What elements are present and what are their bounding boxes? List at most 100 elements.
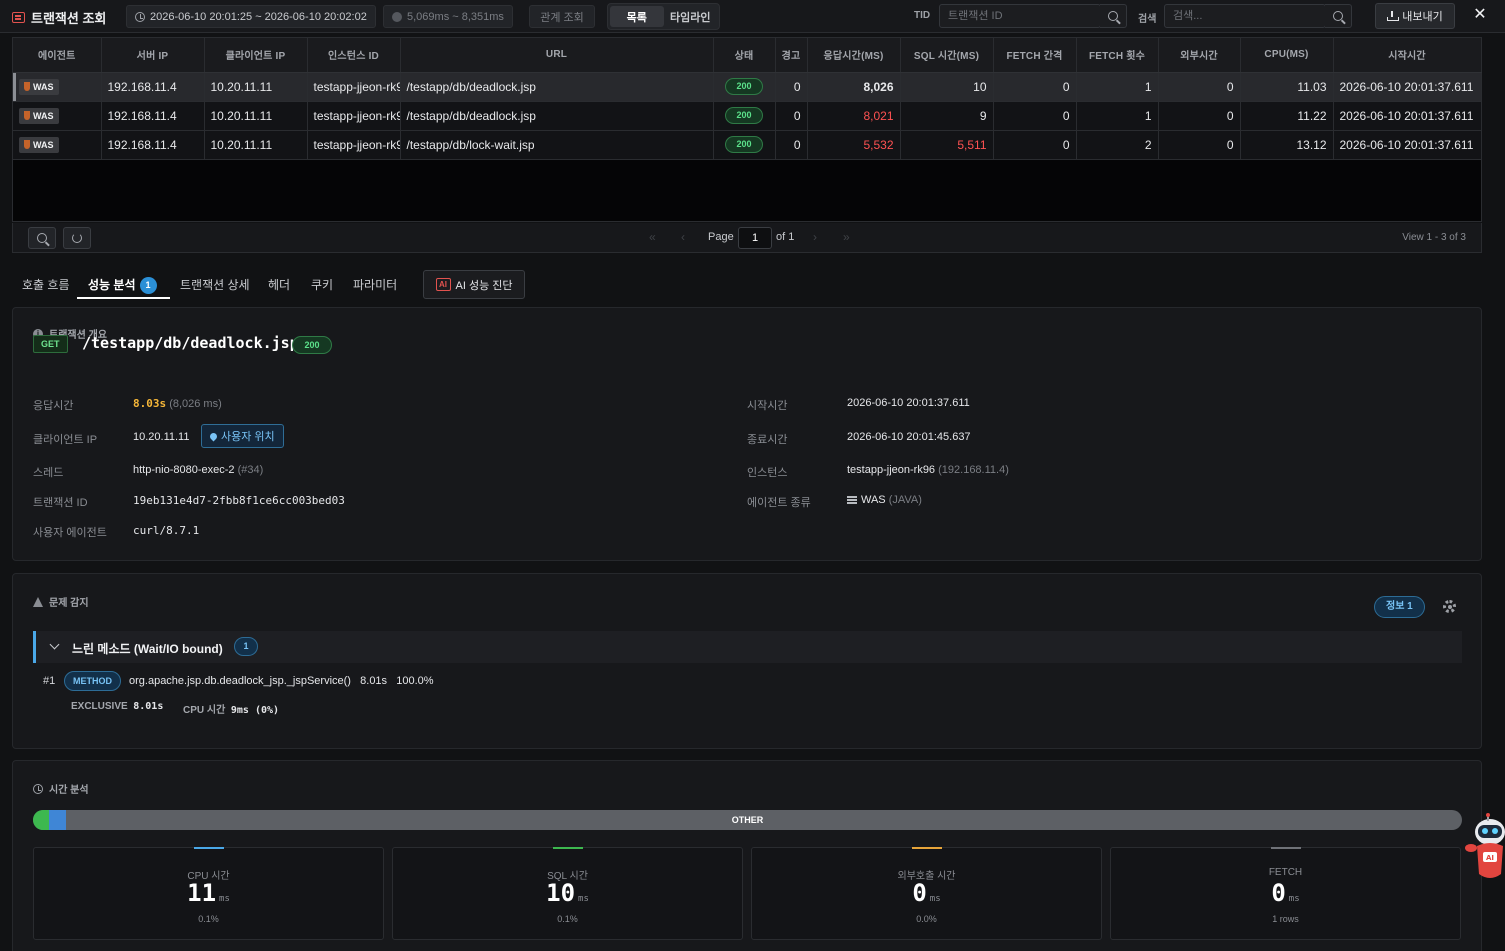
- close-button[interactable]: ✕: [1471, 5, 1489, 25]
- col-response-time[interactable]: 응답시간(MS): [807, 38, 901, 73]
- metric-sub: 1 rows: [1272, 914, 1299, 924]
- page-input[interactable]: 1: [738, 227, 772, 249]
- method-pct: 100.0%: [396, 675, 434, 687]
- col-server-ip[interactable]: 서버 IP: [101, 38, 205, 73]
- slow-method-group[interactable]: 느린 메소드 (Wait/IO bound) 1: [33, 631, 1462, 663]
- col-cpu[interactable]: CPU(MS): [1240, 38, 1334, 73]
- col-fetch-gap[interactable]: FETCH 간격: [993, 38, 1077, 73]
- sql-time: 10: [900, 72, 994, 102]
- table-search-button[interactable]: [28, 227, 56, 249]
- next-page-button[interactable]: ›: [813, 230, 817, 244]
- problem-detection-card: 문제 감지 정보 1 느린 메소드 (Wait/IO bound) 1 #1 M…: [12, 573, 1482, 749]
- prev-page-button[interactable]: ‹: [681, 230, 685, 244]
- refresh-icon: [72, 233, 82, 243]
- response-time: 8,021: [807, 101, 901, 131]
- tab-call-flow[interactable]: 호출 흐름: [22, 276, 70, 293]
- ai-diagnosis-button[interactable]: AI AI 성능 진단: [423, 270, 525, 299]
- ai-icon: AI: [435, 278, 451, 291]
- client-ip: 10.20.11.11: [204, 101, 308, 131]
- start-label: 시작시간: [747, 400, 788, 412]
- metric-unit: ms: [929, 894, 941, 904]
- tab-performance-analysis[interactable]: 성능 분석 1: [88, 276, 157, 295]
- url: /testapp/db/deadlock.jsp: [400, 72, 714, 102]
- info-count-chip[interactable]: 정보 1: [1374, 596, 1425, 618]
- transaction-overview-card: i 트랜잭션 개요 GET /testapp/db/deadlock.jsp 2…: [12, 307, 1482, 561]
- first-page-button[interactable]: «: [649, 230, 656, 244]
- search-icon: [1108, 11, 1118, 21]
- end-label: 종료시간: [747, 434, 788, 446]
- response-range-filter[interactable]: 5,069ms ~ 8,351ms: [383, 5, 513, 28]
- fetch-count: 2: [1076, 130, 1159, 160]
- cpu-time: 11.22: [1240, 101, 1334, 131]
- client-ip-label: 클라이언트 IP: [33, 434, 98, 446]
- export-button[interactable]: 내보내기: [1375, 3, 1455, 29]
- col-status[interactable]: 상태: [713, 38, 776, 73]
- tab-headers[interactable]: 헤더: [268, 276, 290, 293]
- table-row[interactable]: WAS 192.168.11.4 10.20.11.11 testapp-jje…: [13, 130, 1482, 160]
- agent-name: WAS: [33, 139, 54, 150]
- agent-type-name: WAS: [861, 494, 886, 506]
- gauge-icon: [392, 11, 402, 22]
- agent-chip: WAS: [19, 78, 59, 95]
- page-title: 트랜잭션 조회: [12, 8, 106, 27]
- table-row[interactable]: WAS 192.168.11.4 10.20.11.11 testapp-jje…: [13, 72, 1482, 102]
- relation-query-button[interactable]: 관계 조회: [529, 5, 595, 28]
- resp-seconds: 8.03s: [133, 397, 167, 410]
- method-entry[interactable]: org.apache.jsp.db.deadlock_jsp._jspServi…: [129, 675, 434, 687]
- tx-id-value: 19eb131e4d7-2fbb8f1ce6cc003bed03: [133, 494, 345, 507]
- view-mode-toggle: 목록 타임라인: [607, 3, 720, 30]
- tid-input[interactable]: [939, 4, 1101, 28]
- overview-status-badge: 200: [292, 336, 332, 354]
- search-button[interactable]: [1325, 4, 1352, 28]
- java-icon: [24, 82, 30, 91]
- tab-list-view[interactable]: 목록: [610, 6, 664, 27]
- col-url[interactable]: URL: [400, 38, 714, 73]
- metric-label: FETCH: [1268, 867, 1303, 878]
- metric-number: 11: [187, 879, 217, 907]
- external-time: 0: [1158, 101, 1241, 131]
- tid-search-button[interactable]: [1100, 4, 1127, 28]
- search-label: 검색: [1138, 14, 1157, 25]
- fetch-gap: 0: [993, 72, 1077, 102]
- page-total: of 1: [776, 231, 795, 243]
- cpu-time: 11.03: [1240, 72, 1334, 102]
- method-rank: #1: [43, 675, 56, 687]
- user-location-button[interactable]: 사용자 위치: [201, 424, 284, 448]
- cpu-stat: CPU 시간 9ms (0%): [183, 701, 279, 716]
- col-client-ip[interactable]: 클라이언트 IP: [204, 38, 308, 73]
- cpu-time: 13.12: [1240, 130, 1334, 160]
- gear-icon[interactable]: [1443, 600, 1456, 613]
- col-fetch-count[interactable]: FETCH 횟수: [1076, 38, 1159, 73]
- col-start-time[interactable]: 시작시간: [1333, 38, 1482, 73]
- agent-type-label: 에이전트 종류: [747, 497, 811, 509]
- col-agent[interactable]: 에이전트: [13, 38, 102, 73]
- tid-label: TID: [914, 10, 931, 21]
- ai-assistant-robot-icon[interactable]: AI: [1463, 812, 1505, 882]
- col-instance-id[interactable]: 인스턴스 ID: [307, 38, 401, 73]
- tab-timeline-view[interactable]: 타임라인: [664, 6, 718, 27]
- time-range-picker[interactable]: 2026-06-10 20:01:25 ~ 2026-06-10 20:02:0…: [126, 5, 376, 28]
- table-refresh-button[interactable]: [63, 227, 91, 249]
- time-analysis-title-text: 시간 분석: [49, 785, 89, 796]
- col-warning[interactable]: 경고: [775, 38, 808, 73]
- search-input[interactable]: [1164, 4, 1326, 28]
- last-page-button[interactable]: »: [843, 230, 850, 244]
- search-icon: [1333, 11, 1343, 21]
- tab-transaction-detail[interactable]: 트랜잭션 상세: [180, 276, 250, 293]
- start-time: 2026-06-10 20:01:37.611: [1333, 101, 1482, 131]
- table-row[interactable]: WAS 192.168.11.4 10.20.11.11 testapp-jje…: [13, 101, 1482, 131]
- metric-number: 10: [546, 879, 576, 907]
- clock-icon: [33, 783, 43, 794]
- col-sql-time[interactable]: SQL 시간(MS): [900, 38, 994, 73]
- tab-parameters[interactable]: 파라미터: [353, 276, 397, 293]
- metric-unit: ms: [1288, 894, 1300, 904]
- col-external-time[interactable]: 외부시간: [1158, 38, 1241, 73]
- exclusive-stat: EXCLUSIVE 8.01s: [71, 701, 163, 712]
- status-badge: 200: [725, 136, 763, 153]
- list-icon: [12, 12, 25, 23]
- exclusive-value: 8.01s: [133, 701, 164, 712]
- tx-id-label: 트랜잭션 ID: [33, 497, 88, 509]
- pager: « ‹ Page 1 of 1 › » View 1 - 3 of 3: [12, 223, 1482, 253]
- thread-name: http-nio-8080-exec-2: [133, 464, 235, 476]
- tab-cookies[interactable]: 쿠키: [311, 276, 333, 293]
